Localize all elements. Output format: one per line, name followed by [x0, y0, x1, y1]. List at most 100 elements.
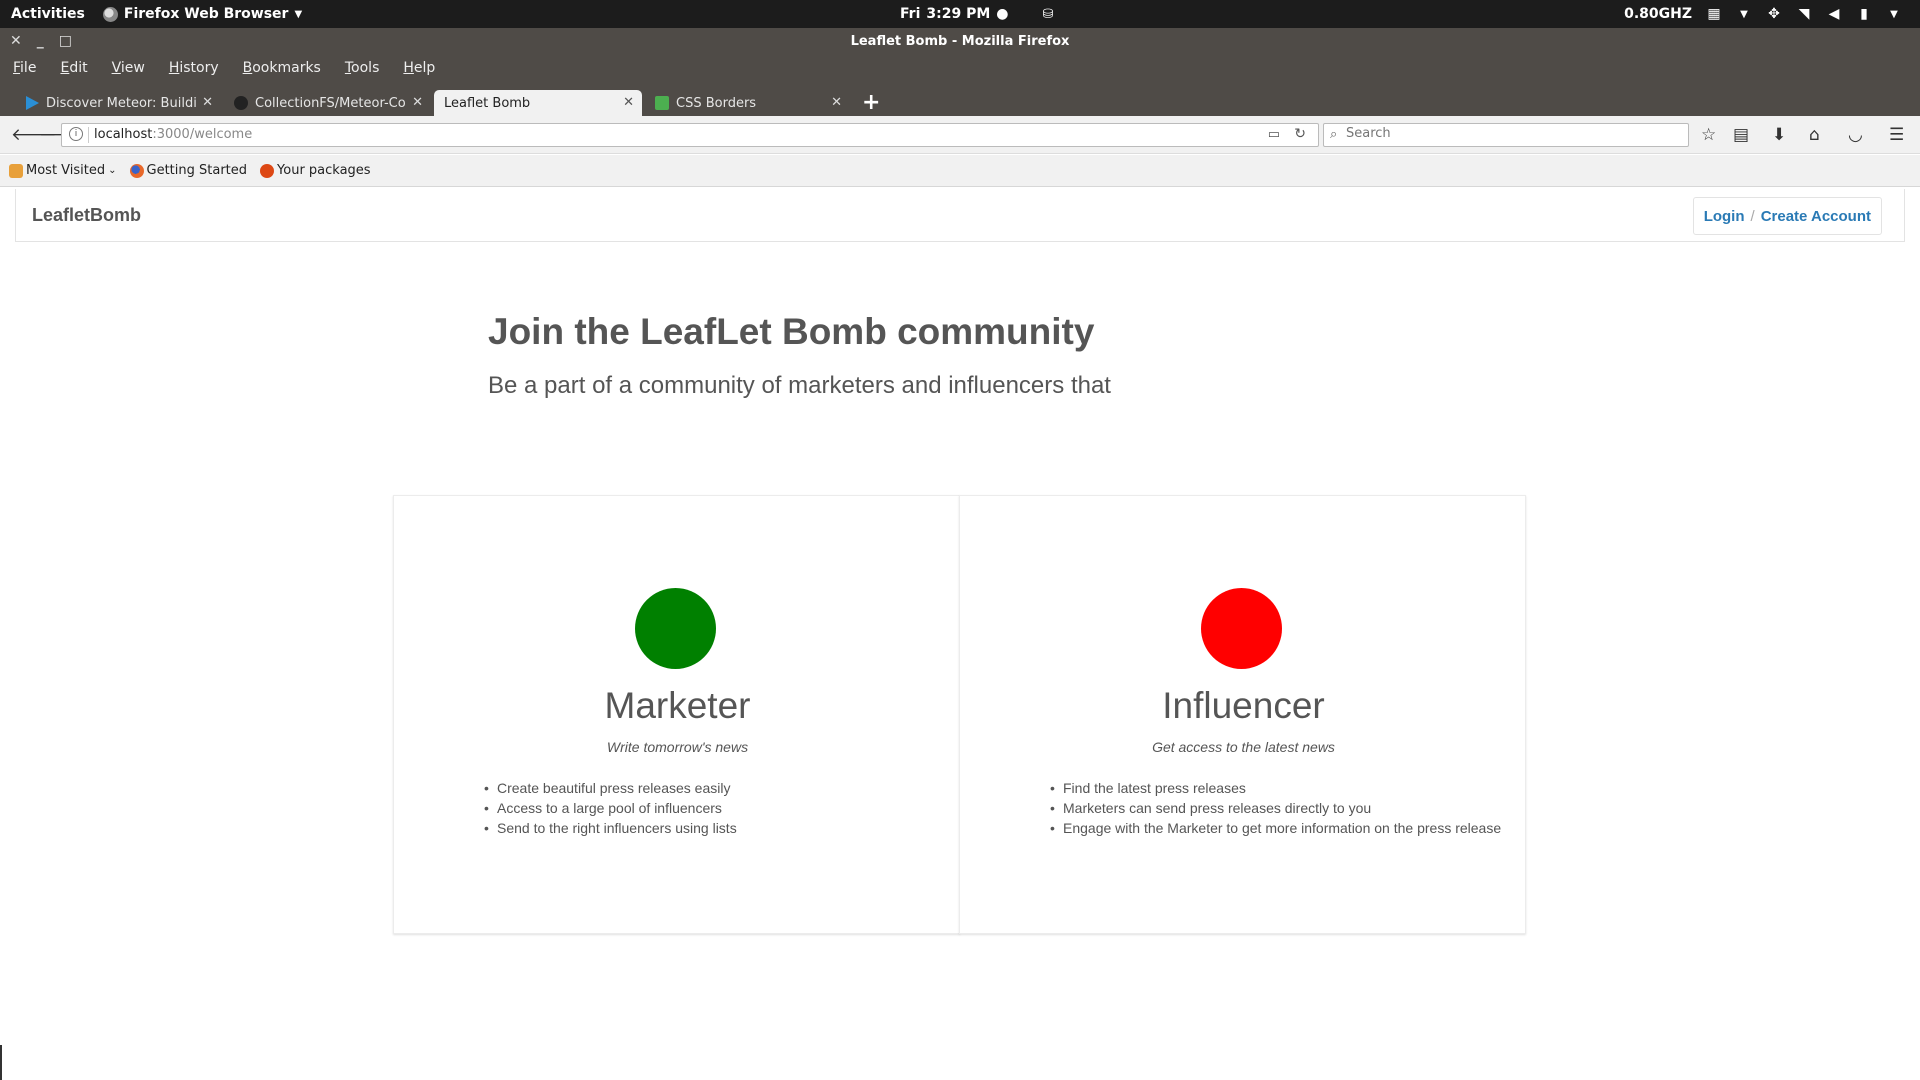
page-title: Join the LeafLet Bomb community — [488, 311, 1095, 352]
close-tab-icon[interactable]: ✕ — [623, 95, 634, 110]
url-text[interactable]: localhost:3000/welcome — [94, 127, 252, 142]
activities-button[interactable]: Activities — [11, 6, 85, 22]
play-icon — [26, 96, 39, 110]
battery-icon[interactable]: ▮ — [1856, 6, 1872, 22]
menu-view[interactable]: View — [112, 60, 145, 82]
tab-discover-meteor[interactable]: Discover Meteor: Building ✕ — [16, 90, 221, 116]
search-icon: ⌕ — [1330, 127, 1338, 142]
bookmark-label: Your packages — [277, 163, 371, 178]
chevron-down-icon: ▼ — [294, 8, 303, 20]
window-titlebar: ✕ _ □ Leaflet Bomb - Mozilla Firefox — [0, 28, 1920, 56]
card-tagline: Get access to the latest news — [1152, 739, 1335, 755]
bookmark-label: Most Visited — [26, 163, 106, 178]
bookmark-getting-started[interactable]: Getting Started — [129, 163, 248, 178]
notification-dot-icon: ● — [996, 6, 1009, 22]
app-menu[interactable]: Firefox Web Browser ▼ — [102, 6, 303, 22]
tab-label: CollectionFS/Meteor-Coll — [255, 95, 405, 111]
list-item: Marketers can send press releases direct… — [1050, 798, 1501, 818]
site-brand[interactable]: LeafletBomb — [32, 205, 141, 226]
site-info-icon[interactable]: i — [69, 127, 83, 141]
marketer-card[interactable]: Marketer Write tomorrow's news Create be… — [393, 495, 960, 934]
list-item: Find the latest press releases — [1050, 778, 1501, 798]
bookmark-star-icon[interactable]: ☆ — [1701, 125, 1716, 145]
menu-edit[interactable]: Edit — [60, 60, 87, 82]
bookmarks-toolbar: Most Visited ⌄ Getting Started Your pack… — [0, 155, 1920, 187]
bookmark-most-visited[interactable]: Most Visited ⌄ — [9, 163, 117, 178]
search-input[interactable] — [1346, 126, 1666, 141]
close-tab-icon[interactable]: ✕ — [412, 95, 423, 110]
web-page: LeafletBomb Login / Create Account Join … — [0, 189, 1920, 1080]
menu-history[interactable]: History — [169, 60, 219, 82]
reader-view-icon[interactable]: ▭ — [1268, 127, 1280, 142]
divider — [88, 127, 89, 143]
influencer-card[interactable]: Influencer Get access to the latest news… — [959, 495, 1526, 934]
close-tab-icon[interactable]: ✕ — [831, 95, 842, 110]
home-icon[interactable]: ⌂ — [1809, 125, 1820, 145]
browser-chrome: ✕ _ □ Leaflet Bomb - Mozilla Firefox Fil… — [0, 28, 1920, 116]
clock[interactable]: Fri 3:29 PM ● ⛁ — [900, 0, 1053, 28]
tab-leaflet-bomb[interactable]: Leaflet Bomb ✕ — [434, 90, 642, 116]
menu-file[interactable]: File — [13, 60, 36, 82]
site-navbar: LeafletBomb Login / Create Account — [15, 189, 1905, 242]
address-bar[interactable]: i localhost:3000/welcome ▭ ↻ — [61, 123, 1319, 147]
card-title: Marketer — [604, 685, 751, 726]
list-item: Engage with the Marketer to get more inf… — [1050, 818, 1501, 838]
list-item: Send to the right influencers using list… — [484, 818, 737, 838]
status-dot-icon — [635, 588, 716, 669]
system-menu-icon[interactable]: ▼ — [1886, 6, 1902, 22]
menu-help[interactable]: Help — [403, 60, 435, 82]
tab-strip: Discover Meteor: Building ✕ CollectionFS… — [0, 88, 1920, 116]
feature-list: Find the latest press releases Marketers… — [1050, 778, 1501, 838]
reload-icon[interactable]: ↻ — [1294, 126, 1306, 142]
url-host: localhost — [94, 127, 153, 142]
status-dot-icon — [1201, 588, 1282, 669]
feature-list: Create beautiful press releases easily A… — [484, 778, 737, 838]
close-tab-icon[interactable]: ✕ — [202, 95, 213, 110]
list-item: Access to a large pool of influencers — [484, 798, 737, 818]
firefox-icon — [102, 6, 118, 22]
clock-day: Fri — [900, 6, 921, 22]
card-tagline: Write tomorrow's news — [606, 739, 749, 755]
w3schools-icon — [655, 96, 669, 110]
ubuntu-icon — [260, 163, 275, 178]
window-title: Leaflet Bomb - Mozilla Firefox — [850, 34, 1070, 49]
login-link[interactable]: Login — [1704, 208, 1745, 225]
menu-tools[interactable]: Tools — [345, 60, 380, 82]
cpu-icon: ▦ — [1707, 6, 1721, 22]
chevron-down-icon[interactable]: ▼ — [1736, 6, 1752, 22]
github-icon — [234, 96, 248, 110]
volume-icon[interactable]: ◀ — [1826, 6, 1842, 22]
create-account-link[interactable]: Create Account — [1761, 208, 1871, 225]
clock-time: 3:29 PM — [926, 6, 991, 22]
menu-bar: File Edit View History Bookmarks Tools H… — [0, 60, 435, 82]
most-visited-icon — [9, 163, 23, 178]
page-subtitle: Be a part of a community of marketers an… — [488, 372, 1111, 399]
tab-label: Discover Meteor: Building — [46, 95, 196, 111]
hamburger-menu-icon[interactable]: ☰ — [1889, 125, 1904, 145]
new-tab-button[interactable]: + — [862, 90, 880, 115]
tab-collectionfs[interactable]: CollectionFS/Meteor-Coll ✕ — [224, 90, 431, 116]
tab-css-borders[interactable]: CSS Borders ✕ — [645, 90, 850, 116]
list-item: Create beautiful press releases easily — [484, 778, 737, 798]
login-dropdown[interactable]: Login / Create Account — [1692, 197, 1882, 235]
tab-label: Leaflet Bomb — [444, 95, 531, 111]
bookmark-your-packages[interactable]: Your packages — [260, 163, 371, 178]
search-bar[interactable]: ⌕ — [1323, 123, 1689, 147]
cpu-frequency[interactable]: 0.80GHZ — [1624, 6, 1692, 22]
card-title: Influencer — [1162, 685, 1325, 726]
bookmarks-list-icon[interactable]: ▤ — [1733, 125, 1749, 145]
menu-bookmarks[interactable]: Bookmarks — [243, 60, 321, 82]
download-icon[interactable]: ⬇ — [1772, 125, 1786, 145]
url-path: :3000/welcome — [152, 127, 253, 142]
window-edge-marker — [0, 1045, 2, 1080]
indicator-icon[interactable]: ⛁ — [1042, 7, 1053, 22]
chevron-down-icon: ⌄ — [108, 165, 117, 176]
location-icon[interactable]: ✥ — [1766, 6, 1782, 22]
bookmark-label: Getting Started — [146, 163, 248, 178]
system-top-bar: Activities Firefox Web Browser ▼ Fri 3:2… — [0, 0, 1920, 28]
wifi-icon[interactable]: ◥ — [1796, 6, 1812, 22]
tab-label: CSS Borders — [676, 95, 757, 111]
login-separator: / — [1750, 207, 1755, 225]
pocket-icon[interactable]: ◡ — [1848, 125, 1863, 145]
firefox-icon — [129, 163, 144, 178]
